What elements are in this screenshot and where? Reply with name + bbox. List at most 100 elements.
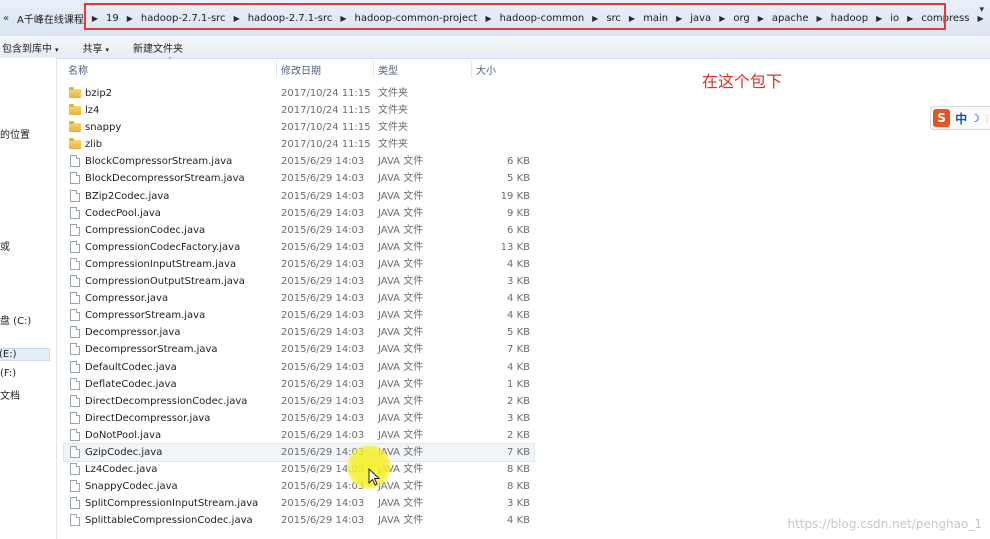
breadcrumb-segment[interactable]: io	[885, 13, 904, 24]
nav-item-drive-c[interactable]: 盘 (C:)	[0, 312, 31, 327]
file-row[interactable]: bzip2 2017/10/24 11:15 文件夹	[64, 85, 534, 102]
java-file-icon	[70, 411, 80, 424]
breadcrumb-segment[interactable]: hadoop	[826, 13, 873, 24]
file-name: SplitCompressionInputStream.java	[85, 498, 259, 510]
file-row[interactable]: lz4 2017/10/24 11:15 文件夹	[64, 102, 534, 119]
file-row[interactable]: SplittableCompressionCodec.java 2015/6/29…	[64, 512, 534, 529]
column-divider[interactable]	[471, 60, 472, 78]
breadcrumb-segment[interactable]: 19	[101, 13, 124, 24]
breadcrumb-segment[interactable]: org	[728, 13, 754, 24]
breadcrumb-separator-icon[interactable]: ▶	[124, 14, 136, 23]
new-folder-button[interactable]: 新建文件夹	[121, 40, 195, 55]
breadcrumb-separator-icon[interactable]: ▶	[716, 14, 728, 23]
column-header-name[interactable]: 名称	[68, 62, 88, 78]
file-date: 2015/6/29 14:03	[281, 207, 365, 219]
breadcrumb-separator-icon[interactable]: ▶	[482, 14, 494, 23]
file-type: JAVA 文件	[378, 344, 424, 356]
file-row[interactable]: SplitCompressionInputStream.java 2015/6/2…	[64, 495, 534, 512]
breadcrumb-separator-icon[interactable]: ▶	[589, 14, 601, 23]
breadcrumb-separator-icon[interactable]: ▶	[337, 14, 349, 23]
breadcrumb-segment[interactable]: java	[685, 13, 716, 24]
file-name: SnappyCodec.java	[85, 481, 178, 493]
half-width-moon-icon[interactable]: ☽	[970, 112, 980, 125]
file-date: 2015/6/29 14:03	[281, 361, 365, 373]
address-history-dropdown-icon[interactable]: ▾	[979, 5, 984, 15]
file-row[interactable]: DecompressorStream.java 2015/6/29 14:03 JA…	[64, 341, 534, 358]
nav-item-drive-f[interactable]: (F:)	[0, 368, 16, 379]
breadcrumb-separator-icon[interactable]: ▶	[231, 14, 243, 23]
breadcrumb-segment[interactable]: hadoop-common	[495, 13, 590, 24]
breadcrumb-separator-icon[interactable]: ▶	[89, 14, 101, 23]
breadcrumb-overflow-icon[interactable]: «	[0, 13, 12, 24]
file-row[interactable]: zlib 2017/10/24 11:15 文件夹	[64, 136, 534, 153]
nav-item-drive-e[interactable]: (E:)	[0, 348, 50, 361]
column-divider[interactable]	[276, 60, 277, 78]
breadcrumb-segment[interactable]: hadoop-2.7.1-src	[243, 13, 338, 24]
file-row[interactable]: snappy 2017/10/24 11:15 文件夹	[64, 119, 534, 136]
address-bar[interactable]: « A千峰在线课程 ▶ 19 ▶ hadoop-2.7.1-src ▶ hadoop-2.7…	[0, 0, 990, 37]
chevron-down-icon: ▾	[105, 45, 110, 54]
ime-chinese-mode-button[interactable]: 中	[955, 110, 967, 127]
file-row[interactable]: Compressor.java 2015/6/29 14:03 JAVA 文件 4 K…	[64, 290, 534, 307]
breadcrumb-segment[interactable]: compress	[916, 13, 974, 24]
file-name: SplittableCompressionCodec.java	[85, 515, 253, 527]
ime-toolbar[interactable]: S 中 ☽ ⋮	[930, 106, 990, 130]
java-file-icon	[70, 480, 80, 493]
file-date: 2015/6/29 14:03	[281, 498, 365, 510]
breadcrumb-separator-icon[interactable]: ▶	[904, 14, 916, 23]
file-row[interactable]: DeflateCodec.java 2015/6/29 14:03 JAVA 文件 1…	[64, 376, 534, 393]
file-date: 2015/6/29 14:03	[281, 464, 365, 476]
file-date: 2015/6/29 14:03	[281, 241, 365, 253]
breadcrumb-segment[interactable]: main	[638, 13, 673, 24]
file-row[interactable]: BZip2Codec.java 2015/6/29 14:03 JAVA 文件 19 …	[64, 188, 534, 205]
include-in-library-button[interactable]: 包含到库中 ▾	[0, 40, 71, 55]
column-header-date[interactable]: 修改日期	[281, 62, 321, 78]
file-row[interactable]: GzipCodec.java 2015/6/29 14:03 JAVA 文件 7 KB	[63, 442, 535, 463]
file-size: 2 KB	[507, 429, 530, 441]
file-row[interactable]: Decompressor.java 2015/6/29 14:03 JAVA 文件 5…	[64, 324, 534, 341]
nav-item-recent-places[interactable]: 的位置	[0, 126, 30, 141]
navigation-pane[interactable]: 的位置 或 盘 (C:) (E:) (F:) 文档	[0, 58, 57, 539]
file-row[interactable]: CompressorStream.java 2015/6/29 14:03 JAVA…	[64, 307, 534, 324]
file-row[interactable]: CompressionCodec.java 2015/6/29 14:03 JAVA…	[64, 222, 534, 239]
file-row[interactable]: CompressionOutputStream.java 2015/6/29 14…	[64, 273, 534, 290]
ime-more-icon[interactable]: ⋮	[983, 114, 990, 123]
file-row[interactable]: CompressionCodecFactory.java 2015/6/29 14…	[64, 239, 534, 256]
column-header-type[interactable]: 类型	[378, 62, 398, 78]
breadcrumb-separator-icon[interactable]: ▶	[626, 14, 638, 23]
column-header-size[interactable]: 大小	[476, 62, 496, 78]
file-size: 3 KB	[507, 498, 530, 510]
breadcrumb-separator-icon[interactable]: ▶	[814, 14, 826, 23]
breadcrumb-segment[interactable]: apache	[767, 13, 814, 24]
file-row[interactable]: BlockCompressorStream.java 2015/6/29 14:0…	[64, 153, 534, 170]
breadcrumb-separator-icon[interactable]: ▶	[673, 14, 685, 23]
nav-item-documents[interactable]: 文档	[0, 387, 20, 402]
file-row[interactable]: CodecPool.java 2015/6/29 14:03 JAVA 文件 9 KB	[64, 205, 534, 222]
file-name: BZip2Codec.java	[85, 190, 170, 202]
breadcrumb-segment[interactable]: hadoop-2.7.1-src	[136, 13, 231, 24]
file-row[interactable]: DirectDecompressionCodec.java 2015/6/29 1…	[64, 393, 534, 410]
nav-item-network[interactable]: 或	[0, 238, 10, 253]
file-date: 2017/10/24 11:15	[281, 139, 371, 151]
file-row[interactable]: CompressionInputStream.java 2015/6/29 14:…	[64, 256, 534, 273]
breadcrumb-segment[interactable]: hadoop-common-project	[350, 13, 483, 24]
file-row[interactable]: DoNotPool.java 2015/6/29 14:03 JAVA 文件 2 KB	[64, 427, 534, 444]
file-size: 4 KB	[507, 310, 530, 322]
column-divider[interactable]	[373, 60, 374, 78]
share-button[interactable]: 共享 ▾	[71, 40, 122, 55]
file-row[interactable]: Lz4Codec.java 2015/6/29 14:03 JAVA 文件 8 KB	[64, 461, 534, 478]
file-size: 7 KB	[507, 344, 530, 356]
breadcrumb-segment[interactable]: A千峰在线课程	[12, 11, 89, 26]
file-name: GzipCodec.java	[85, 446, 163, 458]
file-row[interactable]: DirectDecompressor.java 2015/6/29 14:03 JA…	[64, 410, 534, 427]
sogou-logo-icon[interactable]: S	[933, 109, 951, 127]
breadcrumb[interactable]: « A千峰在线课程 ▶ 19 ▶ hadoop-2.7.1-src ▶ hadoop-2.7…	[0, 6, 990, 30]
breadcrumb-separator-icon[interactable]: ▶	[873, 14, 885, 23]
file-row[interactable]: DefaultCodec.java 2015/6/29 14:03 JAVA 文件 4…	[64, 359, 534, 376]
java-file-icon	[70, 343, 80, 356]
file-row[interactable]: BlockDecompressorStream.java 2015/6/29 14…	[64, 170, 534, 187]
breadcrumb-separator-icon[interactable]: ▶	[755, 14, 767, 23]
file-row[interactable]: SnappyCodec.java 2015/6/29 14:03 JAVA 文件 8 …	[64, 478, 534, 495]
breadcrumb-segment[interactable]: src	[601, 13, 626, 24]
file-name: DefaultCodec.java	[85, 361, 177, 373]
